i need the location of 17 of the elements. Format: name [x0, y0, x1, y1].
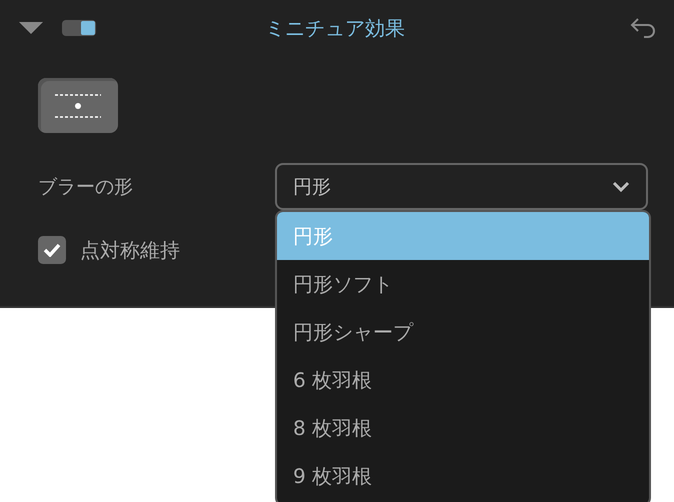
blur-band-icon	[54, 92, 102, 118]
chevron-down-icon	[612, 181, 630, 192]
blur-shape-label: ブラーの形	[38, 174, 134, 200]
menu-item[interactable]: 円形シャープ	[277, 308, 649, 356]
panel-title: ミニチュア効果	[264, 14, 406, 42]
menu-item[interactable]: 9 枚羽根	[277, 452, 649, 500]
check-icon	[43, 243, 61, 257]
menu-item[interactable]: 6 枚羽根	[277, 356, 649, 404]
undo-icon[interactable]	[630, 17, 656, 39]
mode-button[interactable]	[38, 78, 118, 133]
symmetry-label: 点対称維持	[80, 236, 180, 264]
collapse-triangle-icon[interactable]	[18, 21, 44, 35]
blur-shape-select[interactable]: 円形	[275, 163, 648, 210]
menu-item[interactable]: 円形ソフト	[277, 260, 649, 308]
menu-item[interactable]: 8 枚羽根	[277, 404, 649, 452]
symmetry-checkbox[interactable]	[38, 236, 66, 264]
enable-toggle[interactable]	[62, 20, 96, 36]
